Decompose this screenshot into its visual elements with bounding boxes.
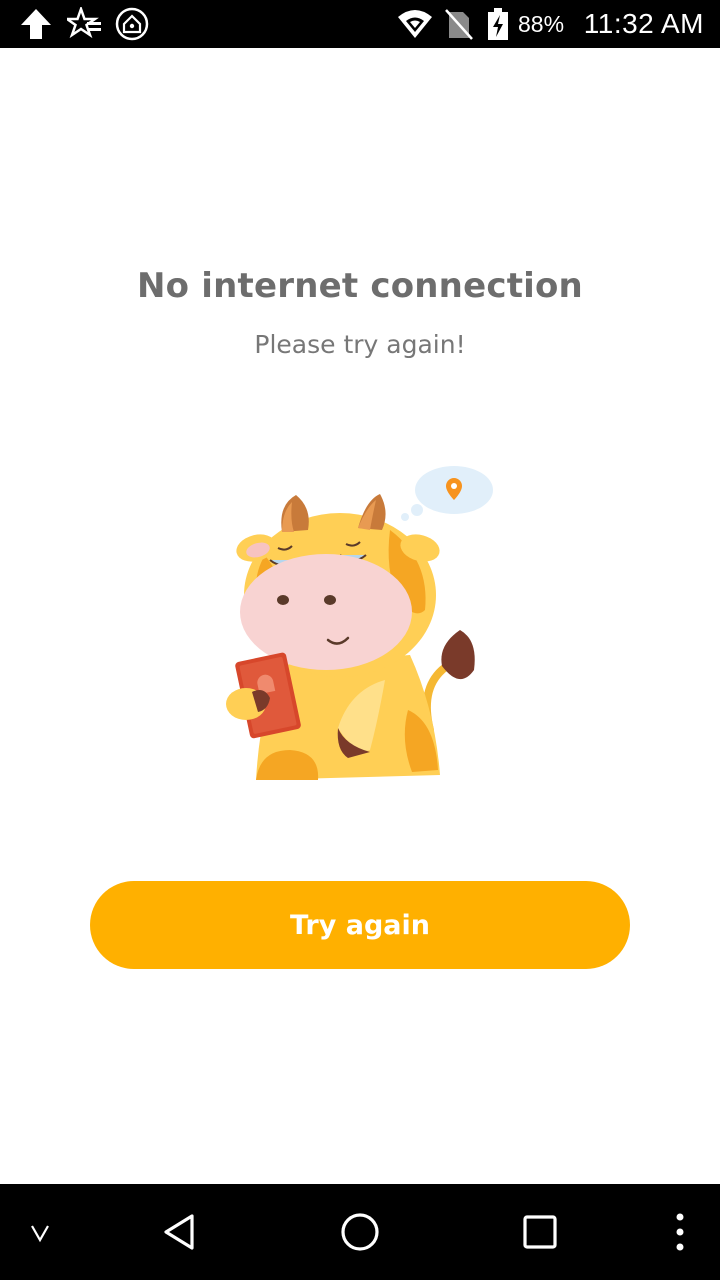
page-title: No internet connection xyxy=(137,266,583,306)
home-circle-icon xyxy=(114,6,150,42)
try-again-button[interactable]: Try again xyxy=(90,881,630,969)
cow-with-phone-illustration xyxy=(220,460,510,790)
home-icon[interactable] xyxy=(330,1184,390,1280)
back-icon[interactable] xyxy=(150,1184,210,1280)
battery-percent: 88% xyxy=(518,11,565,37)
page-subtitle: Please try again! xyxy=(254,330,466,359)
battery-charging-icon xyxy=(484,6,512,42)
no-sim-icon xyxy=(444,6,474,42)
wifi-icon xyxy=(396,6,434,42)
clock: 11:32 AM xyxy=(583,8,704,39)
navigation-bar xyxy=(0,1184,720,1280)
upload-arrow-icon xyxy=(18,6,54,42)
recents-icon[interactable] xyxy=(510,1184,570,1280)
status-bar: 88% 11:32 AM xyxy=(0,0,720,48)
star-notification-icon xyxy=(66,6,104,42)
screen: 88% 11:32 AM No internet connection Plea… xyxy=(0,0,720,1280)
more-vert-icon[interactable] xyxy=(660,1184,700,1280)
chevron-down-icon[interactable] xyxy=(20,1184,60,1280)
